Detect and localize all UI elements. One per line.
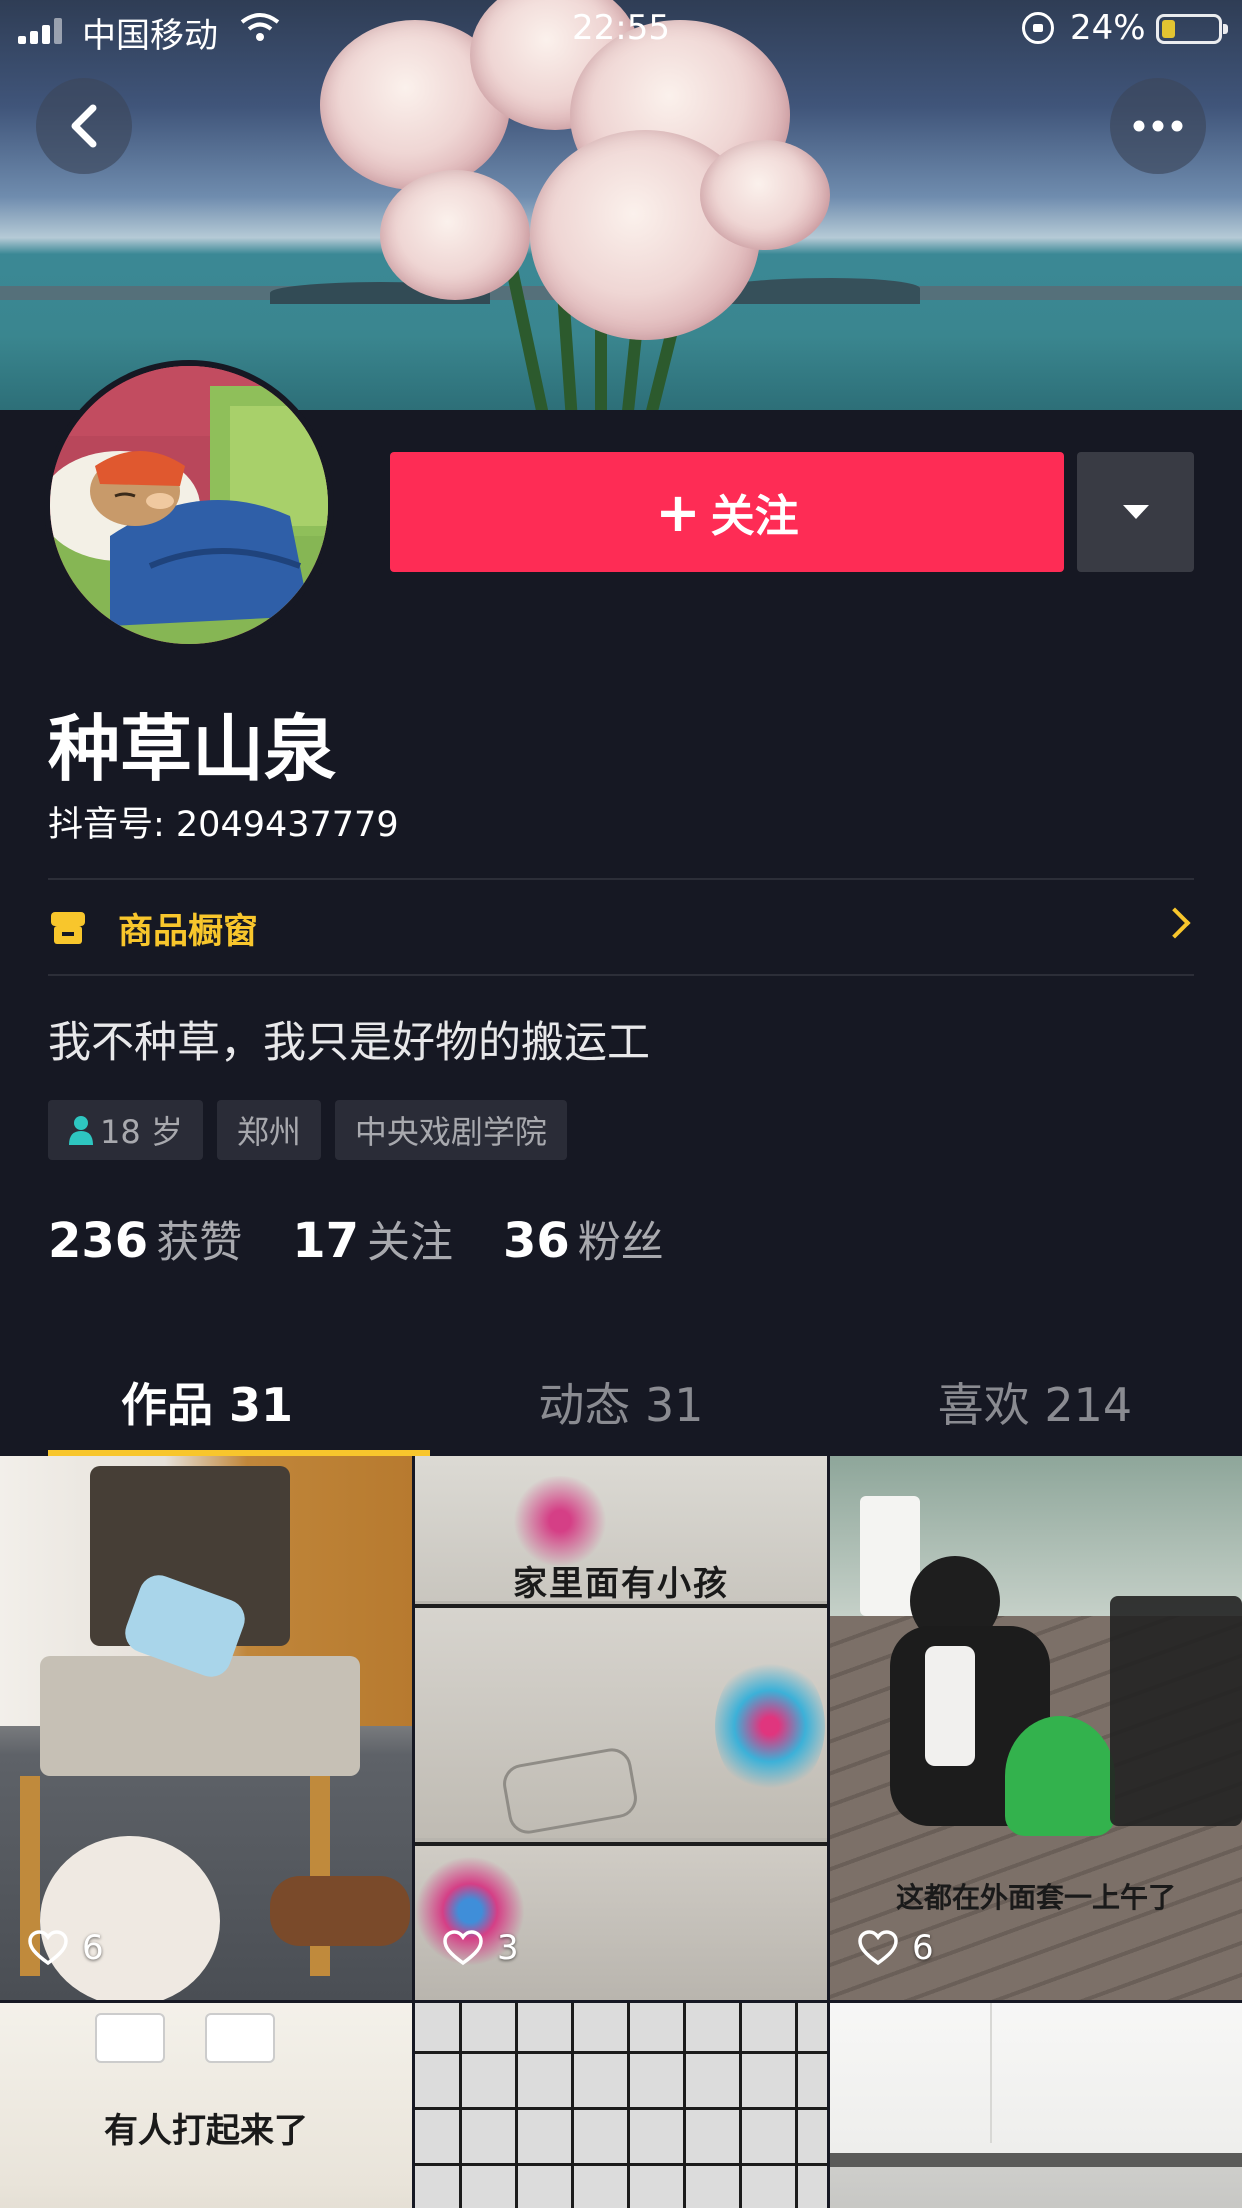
- like-count-text: 3: [497, 1928, 519, 1968]
- bio: 我不种草，我只是好物的搬运工: [48, 1018, 650, 1068]
- flower-blossom: [380, 170, 530, 300]
- follow-button[interactable]: + 关注: [390, 452, 1064, 572]
- following-stat[interactable]: 17 关注: [292, 1208, 453, 1270]
- heart-icon: [28, 1930, 68, 1966]
- shop-window-row[interactable]: 商品橱窗: [48, 880, 1194, 976]
- cover-image[interactable]: [0, 0, 1242, 410]
- douyin-id: 抖音号: 2049437779: [48, 805, 399, 845]
- more-icon: [1133, 120, 1183, 132]
- video-thumbnail[interactable]: 这都在外面套一上午了 6: [830, 1456, 1242, 2000]
- battery-percent: 24%: [1070, 8, 1146, 48]
- status-bar: 中国移动 22:55 24%: [0, 0, 1242, 60]
- recommend-dropdown-button[interactable]: [1077, 452, 1194, 572]
- video-thumbnail[interactable]: 6: [0, 1456, 412, 2000]
- tab-likes[interactable]: 喜欢 214: [828, 1348, 1242, 1456]
- video-thumbnail[interactable]: 家里面有小孩 3: [415, 1456, 827, 2000]
- heart-icon: [443, 1930, 483, 1966]
- video-thumbnail[interactable]: [830, 2003, 1242, 2208]
- battery-icon: [1156, 14, 1228, 44]
- rotation-lock-icon: [1022, 12, 1054, 44]
- content-tabs: 作品 31 动态 31 喜欢 214: [0, 1348, 1242, 1456]
- tab-moments[interactable]: 动态 31: [414, 1348, 828, 1456]
- school-tag: 中央戏剧学院: [334, 1100, 567, 1160]
- video-caption: 这都在外面套一上午了: [895, 1881, 1176, 1914]
- video-like-count: 6: [28, 1928, 104, 1968]
- video-thumbnail[interactable]: [415, 2003, 827, 2208]
- followers-stat[interactable]: 36 粉丝: [503, 1208, 664, 1270]
- followers-label: 粉丝: [577, 1218, 664, 1268]
- likes-count: 236: [48, 1213, 149, 1269]
- video-thumbnail[interactable]: 有人打起来了: [0, 2003, 412, 2208]
- like-count-text: 6: [82, 1928, 104, 1968]
- followers-count: 36: [503, 1213, 570, 1269]
- profile-name: 种草山泉: [48, 707, 337, 791]
- age-tag-label: 18 岁: [100, 1113, 183, 1151]
- video-caption: 有人打起来了: [104, 2111, 308, 2151]
- likes-label: 获赞: [156, 1218, 243, 1268]
- like-count-text: 6: [912, 1928, 934, 1968]
- following-label: 关注: [367, 1218, 453, 1268]
- profile-stats: 236 获赞 17 关注 36 粉丝: [48, 1208, 714, 1270]
- video-like-count: 6: [858, 1928, 934, 1968]
- shop-icon: [48, 908, 88, 948]
- back-button[interactable]: [36, 78, 132, 174]
- avatar[interactable]: [44, 360, 334, 650]
- following-count: 17: [292, 1213, 359, 1269]
- video-caption: 家里面有小孩: [513, 1564, 729, 1604]
- follow-button-label: 关注: [710, 491, 799, 542]
- profile-tags: 18 岁 郑州 中央戏剧学院: [48, 1100, 567, 1160]
- video-like-count: 3: [443, 1928, 519, 1968]
- person-icon: [68, 1115, 94, 1145]
- video-grid: 6 家里面有小孩 3 这都在外面套一上午了 6 有人打起来了: [0, 1456, 1242, 2208]
- heart-icon: [858, 1930, 898, 1966]
- plus-icon: +: [655, 480, 701, 544]
- likes-stat[interactable]: 236 获赞: [48, 1208, 242, 1270]
- avatar-illustration: [50, 366, 328, 644]
- clock: 22:55: [572, 8, 670, 48]
- back-icon: [71, 104, 97, 148]
- location-tag: 郑州: [216, 1100, 321, 1160]
- divider: [48, 974, 1194, 976]
- age-tag: 18 岁: [48, 1100, 203, 1160]
- chevron-right-icon: [1159, 907, 1191, 939]
- flower-blossom: [700, 140, 830, 250]
- shop-window-label: 商品橱窗: [118, 911, 259, 952]
- more-button[interactable]: [1110, 78, 1206, 174]
- dropdown-icon: [1122, 505, 1149, 519]
- tab-works[interactable]: 作品 31: [0, 1348, 430, 1456]
